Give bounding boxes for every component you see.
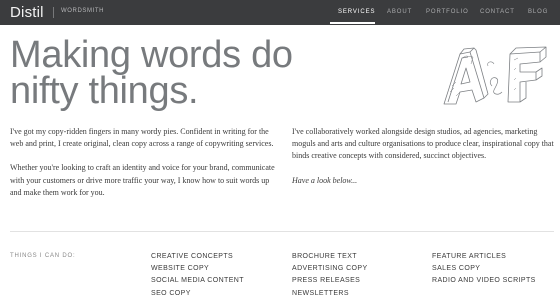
site-tagline: WORDSMITH <box>61 8 105 14</box>
services-column-3: FEATURE ARTICLES SALES COPY RADIO AND VI… <box>432 251 536 288</box>
intro-paragraph-2: Whether you're looking to craft an ident… <box>10 163 275 197</box>
active-nav-indicator <box>330 22 375 24</box>
service-item: SOCIAL MEDIA CONTENT <box>151 277 244 285</box>
look-below-prompt: Have a look below... <box>292 175 358 185</box>
nav-services[interactable]: SERVICES <box>338 9 375 15</box>
intro-left-column: I've got my copy-ridden fingers in many … <box>10 126 280 211</box>
service-item: SEO COPY <box>151 289 191 297</box>
service-item: SALES COPY <box>432 265 481 273</box>
service-item: NEWSLETTERS <box>292 289 349 297</box>
services-label: THINGS I CAN DO: <box>10 253 76 259</box>
service-item: WEBSITE COPY <box>151 265 210 273</box>
nav-blog[interactable]: BLOG <box>528 9 548 15</box>
intro-paragraph-3: I've collaboratively worked alongside de… <box>292 127 554 161</box>
nav-about[interactable]: ABOUT <box>387 9 412 15</box>
service-item: RADIO AND VIDEO SCRIPTS <box>432 277 536 285</box>
intro-paragraph-1: I've got my copy-ridden fingers in many … <box>10 127 274 149</box>
section-divider <box>10 231 554 232</box>
top-navigation-bar: Distil WORDSMITH SERVICES ABOUT PORTFOLI… <box>0 0 560 25</box>
service-item: BROCHURE TEXT <box>292 253 357 260</box>
services-column-2: BROCHURE TEXT ADVERTISING COPY PRESS REL… <box>292 251 368 300</box>
intro-right-column: I've collaboratively worked alongside de… <box>292 126 554 199</box>
nav-contact[interactable]: CONTACT <box>480 9 515 15</box>
sketched-letters-illustration <box>443 46 547 105</box>
nav-portfolio[interactable]: PORTFOLIO <box>426 9 469 15</box>
site-logo[interactable]: Distil <box>10 4 44 21</box>
logo-divider <box>53 7 54 18</box>
service-item: ADVERTISING COPY <box>292 265 368 273</box>
services-column-1: CREATIVE CONCEPTS WEBSITE COPY SOCIAL ME… <box>151 251 244 300</box>
service-item: PRESS RELEASES <box>292 277 361 285</box>
service-item: CREATIVE CONCEPTS <box>151 253 234 260</box>
service-item: FEATURE ARTICLES <box>432 253 507 260</box>
page-headline: Making words do nifty things. <box>10 34 293 112</box>
